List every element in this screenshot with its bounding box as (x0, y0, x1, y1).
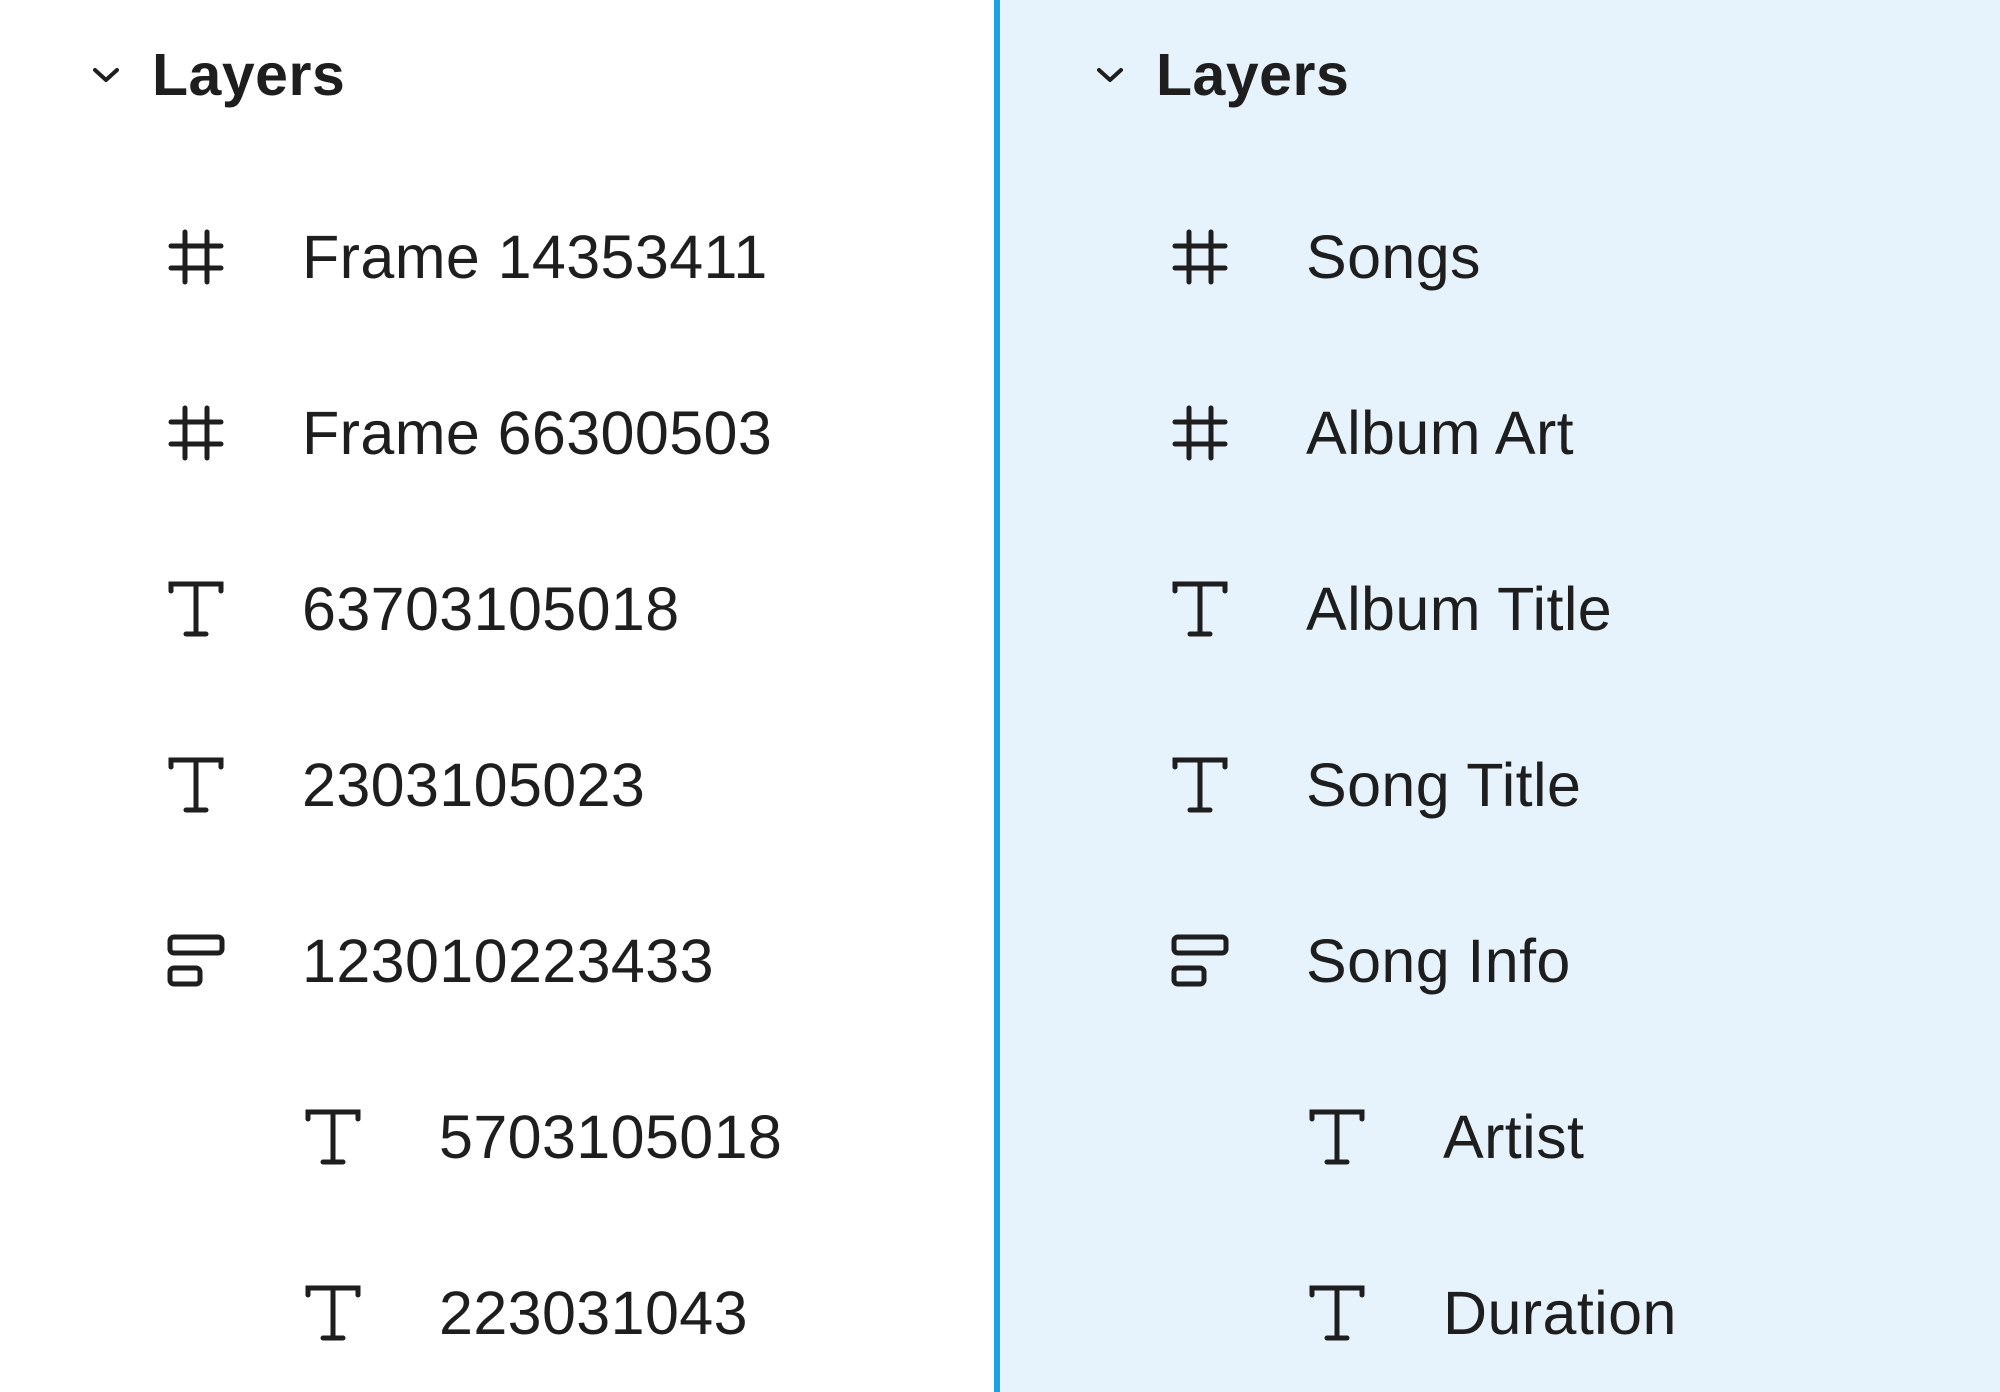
layers-title: Layers (1156, 42, 1350, 108)
layer-name: 123010223433 (302, 927, 714, 995)
left-layers-panel: Layers Frame 14353411 Frame 66300503 637… (0, 0, 994, 1392)
layer-name: 63703105018 (302, 575, 680, 643)
layers-section-header[interactable]: Layers (86, 38, 345, 112)
layer-name: 223031043 (439, 1279, 748, 1347)
layer-name: Songs (1306, 223, 1481, 291)
layer-row[interactable]: Songs (1169, 212, 1481, 302)
layers-title: Layers (152, 42, 346, 108)
layer-name: 5703105018 (439, 1103, 783, 1171)
layer-row[interactable]: 223031043 (302, 1268, 748, 1358)
layer-row[interactable]: 5703105018 (302, 1092, 782, 1182)
layer-row[interactable]: Frame 66300503 (165, 388, 772, 478)
text-icon (165, 754, 227, 816)
text-icon (1169, 754, 1231, 816)
layer-row[interactable]: Album Art (1169, 388, 1574, 478)
text-icon (302, 1106, 364, 1168)
layer-name: 2303105023 (302, 751, 646, 819)
text-icon (302, 1282, 364, 1344)
layer-name: Frame 14353411 (302, 223, 768, 291)
layer-name: Song Info (1306, 927, 1571, 995)
layer-row[interactable]: Song Title (1169, 740, 1581, 830)
auto-layout-icon (1169, 930, 1231, 992)
chevron-down-icon[interactable] (1090, 55, 1130, 95)
layer-row[interactable]: Album Title (1169, 564, 1612, 654)
layer-row[interactable]: Duration (1306, 1268, 1677, 1358)
layers-section-header[interactable]: Layers (1090, 38, 1349, 112)
text-icon (1306, 1282, 1368, 1344)
layer-name: Frame 66300503 (302, 399, 773, 467)
layer-row[interactable]: 63703105018 (165, 564, 680, 654)
layer-name: Album Title (1306, 575, 1613, 643)
layer-row[interactable]: Song Info (1169, 916, 1571, 1006)
layer-row[interactable]: 2303105023 (165, 740, 645, 830)
frame-icon (165, 226, 227, 288)
frame-icon (1169, 226, 1231, 288)
text-icon (1169, 578, 1231, 640)
layer-row[interactable]: 123010223433 (165, 916, 714, 1006)
layer-name: Album Art (1306, 399, 1575, 467)
layer-name: Duration (1443, 1279, 1677, 1347)
text-icon (165, 578, 227, 640)
layer-row[interactable]: Artist (1306, 1092, 1584, 1182)
layer-name: Artist (1443, 1103, 1585, 1171)
frame-icon (1169, 402, 1231, 464)
chevron-down-icon[interactable] (86, 55, 126, 95)
frame-icon (165, 402, 227, 464)
auto-layout-icon (165, 930, 227, 992)
layer-name: Song Title (1306, 751, 1582, 819)
right-layers-panel: Layers Songs Album Art Album Title Song … (1000, 0, 2000, 1392)
layer-row[interactable]: Frame 14353411 (165, 212, 768, 302)
text-icon (1306, 1106, 1368, 1168)
